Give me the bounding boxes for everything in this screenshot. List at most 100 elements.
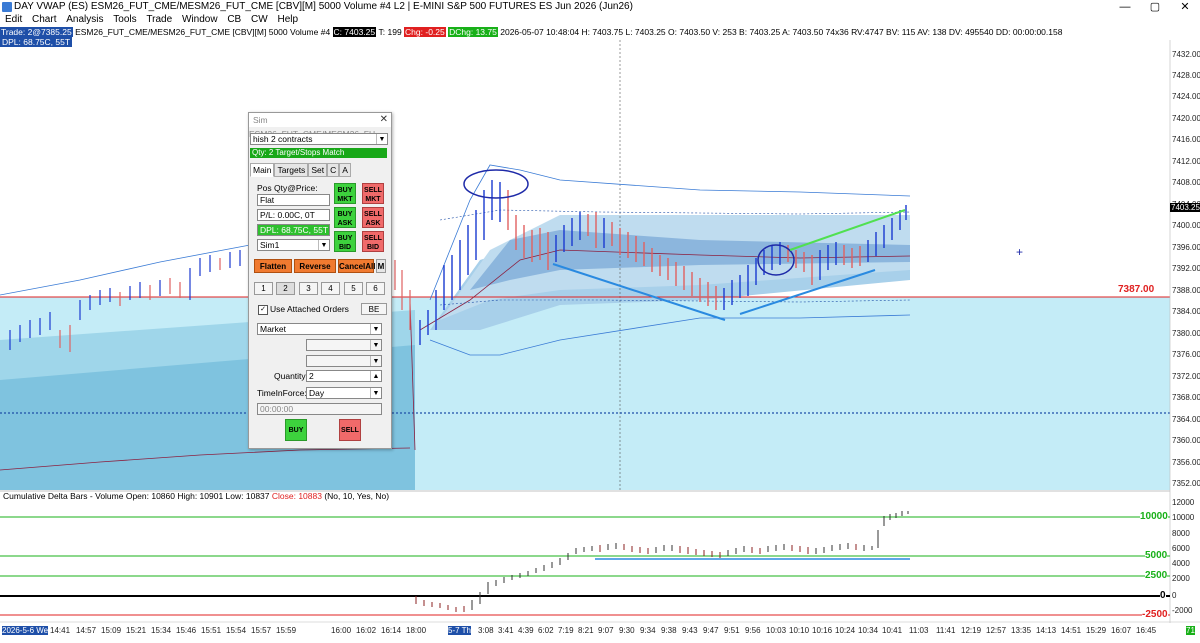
sell-ask-button[interactable]: SELL ASK (362, 207, 384, 228)
time-tick: 10:03 (766, 626, 787, 635)
trades-label: T: 199 (378, 27, 402, 37)
account-select[interactable]: hish 2 contracts ▼ (250, 133, 388, 145)
order-type-select[interactable]: Market ▼ (257, 323, 382, 335)
cd-tick: 2000 (1172, 574, 1190, 583)
price-2-field[interactable]: ▼ (306, 355, 382, 367)
app-icon (2, 2, 12, 12)
price-axis[interactable]: 7432.00 7428.00 7424.00 7420.00 7416.00 … (1170, 40, 1200, 490)
qty-button-5[interactable]: 5 (344, 282, 363, 295)
time-tick: 13:35 (1011, 626, 1032, 635)
tab-c[interactable]: C (327, 163, 340, 177)
menu-chart[interactable]: Chart (32, 14, 56, 25)
buy-bid-button[interactable]: BUY BID (334, 231, 356, 252)
cd-tick: 4000 (1172, 559, 1190, 568)
account-select-value: hish 2 contracts (253, 134, 313, 144)
buy-market-button[interactable]: BUY MKT (334, 183, 356, 204)
chart-canvas[interactable]: + (0, 0, 1200, 643)
cd-params: (No, 10, Yes, No) (321, 491, 390, 501)
flatten-button[interactable]: Flatten (254, 259, 292, 273)
tab-a[interactable]: A (339, 163, 351, 177)
time-tick: 15:46 (176, 626, 197, 635)
menu-window[interactable]: Window (182, 14, 218, 25)
time-tick: 11:03 (909, 626, 929, 635)
price-tick: 7408.00 (1172, 178, 1200, 187)
cd-tick: 8000 (1172, 529, 1190, 538)
time-tick: 9:51 (724, 626, 740, 635)
sim-account-select[interactable]: Sim1 ▼ (257, 239, 330, 251)
position-field: Flat (257, 194, 330, 206)
price-tick: 7364.00 (1172, 415, 1200, 424)
menu-edit[interactable]: Edit (5, 14, 22, 25)
time-tick: 15:34 (151, 626, 172, 635)
window-title: DAY VWAP (ES) ESM26_FUT_CME/MESM26_FUT_C… (14, 1, 633, 12)
drawing-ellipse-top[interactable] (463, 169, 529, 199)
price-tick: 7380.00 (1172, 329, 1200, 338)
price-tick: 7376.00 (1172, 350, 1200, 359)
window-titlebar[interactable]: DAY VWAP (ES) ESM26_FUT_CME/MESM26_FUT_C… (0, 0, 1200, 14)
status-bar: Qty: 2 Target/Stops Match (250, 148, 387, 158)
qty-button-3[interactable]: 3 (299, 282, 318, 295)
tab-set[interactable]: Set (308, 163, 328, 177)
buy-ask-button[interactable]: BUY ASK (334, 207, 356, 228)
menu-analysis[interactable]: Analysis (66, 14, 103, 25)
quantity-value: 2 (309, 371, 314, 381)
price-tick: 7360.00 (1172, 436, 1200, 445)
chevron-down-icon: ▼ (370, 388, 381, 398)
trade-window-panel[interactable]: Sim ESM26_FUT_CME/MESM26_FU... ✕ hish 2 … (248, 112, 392, 449)
symbol-label: ESM26_FUT_CME/MESM26_FUT_CME [CBV][M] 50… (75, 27, 331, 37)
cd-axis[interactable]: 12000 10000 8000 6000 4000 2000 0 -2000 (1170, 495, 1200, 620)
menu-cw[interactable]: CW (251, 14, 268, 25)
qty-button-1[interactable]: 1 (254, 282, 273, 295)
restore-button[interactable]: ▢ (1140, 0, 1170, 14)
time-tick: 16:00 (331, 626, 352, 635)
close-button[interactable]: ✕ (1170, 0, 1200, 14)
menu-help[interactable]: Help (277, 14, 298, 25)
chevron-down-icon: ▼ (370, 324, 381, 334)
time-tick: 12:19 (961, 626, 982, 635)
last-trade-label: Trade: 2@7385.25 (0, 27, 73, 37)
qty-button-2[interactable]: 2 (276, 282, 295, 295)
attached-orders-checkbox[interactable]: ✓ (258, 305, 268, 315)
time-field[interactable]: 00:00:00 (257, 403, 382, 415)
quantity-label: Quantity: (274, 371, 309, 381)
sell-market-button[interactable]: SELL MKT (362, 183, 384, 204)
time-tick: 15:57 (251, 626, 272, 635)
tab-targets[interactable]: Targets (274, 163, 309, 177)
panel-close-icon[interactable]: ✕ (380, 113, 388, 127)
quantity-stepper[interactable]: 2 ▲ (306, 370, 382, 382)
last-price-label: C: 7403.25 (332, 27, 377, 37)
menu-cb[interactable]: CB (227, 14, 241, 25)
price-tick: 7412.00 (1172, 157, 1200, 166)
reverse-button[interactable]: Reverse (294, 259, 336, 273)
qty-button-6[interactable]: 6 (366, 282, 385, 295)
qty-button-4[interactable]: 4 (321, 282, 340, 295)
time-tick: 14:51 (1061, 626, 1082, 635)
tif-label: TimeInForce: (257, 388, 307, 398)
time-axis[interactable]: 2026-5-6 We 14:41 14:57 15:09 15:21 15:3… (0, 623, 1200, 643)
time-tick: 9:56 (745, 626, 761, 635)
sell-button[interactable]: SELL (339, 419, 361, 441)
m-button[interactable]: M (376, 259, 386, 273)
sell-bid-button[interactable]: SELL BID (362, 231, 384, 252)
price-tick: 7424.00 (1172, 92, 1200, 101)
price-1-field[interactable]: ▼ (306, 339, 382, 351)
cd-tick: 0 (1172, 591, 1177, 600)
tab-main[interactable]: Main (250, 163, 275, 177)
be-button[interactable]: BE (361, 303, 387, 315)
time-tick: 5-7 Th (448, 626, 471, 635)
buy-button[interactable]: BUY (285, 419, 307, 441)
last-price-tag: 7403.25 (1170, 203, 1200, 212)
price-tick: 7352.00 (1172, 479, 1200, 488)
chevron-down-icon: ▼ (376, 134, 387, 144)
sell-ask-label-2: ASK (365, 220, 381, 227)
price-level-tag: 7387.00 (1118, 284, 1155, 295)
minimize-button[interactable]: — (1110, 0, 1140, 14)
time-tick: 6:02 (538, 626, 554, 635)
menu-tools[interactable]: Tools (113, 14, 136, 25)
time-tick: 3:41 (498, 626, 514, 635)
menu-trade[interactable]: Trade (146, 14, 172, 25)
cancel-all-button[interactable]: CancelAll (338, 259, 375, 273)
tif-select[interactable]: Day ▼ (306, 387, 382, 399)
panel-titlebar[interactable]: Sim ESM26_FUT_CME/MESM26_FU... ✕ (249, 113, 391, 139)
cd-level-tag: 2500 (1145, 570, 1168, 581)
